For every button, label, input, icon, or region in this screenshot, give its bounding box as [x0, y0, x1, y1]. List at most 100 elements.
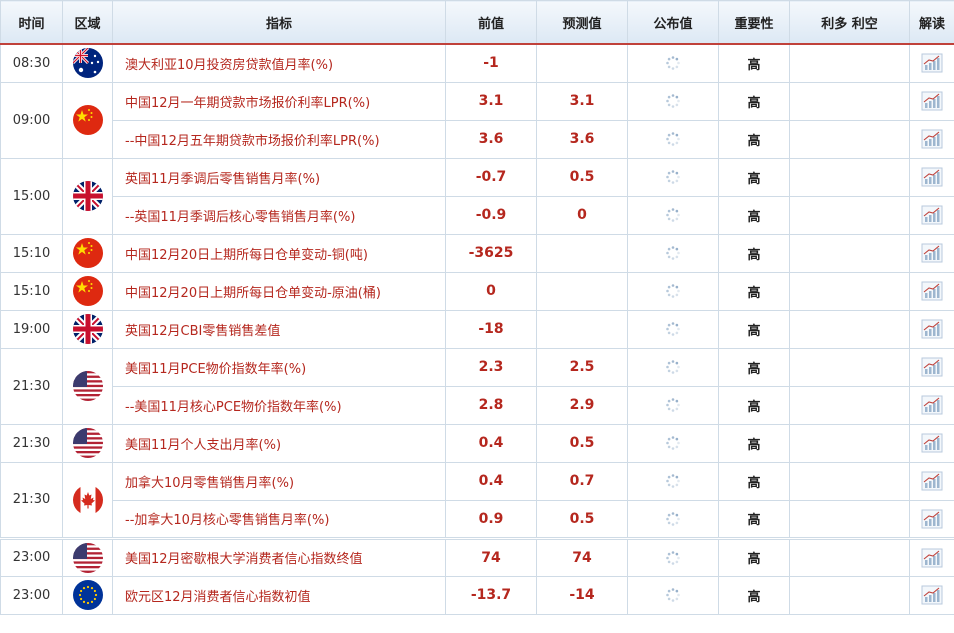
actual-value	[627, 499, 719, 539]
loading-spinner-icon	[629, 207, 718, 223]
chart-interpret-icon[interactable]	[911, 509, 954, 529]
chart-interpret-icon[interactable]	[911, 281, 954, 301]
interpret-cell	[909, 233, 954, 273]
chart-interpret-icon[interactable]	[911, 129, 954, 149]
indicator-link[interactable]: 美国11月个人支出月率(%)	[112, 423, 446, 463]
table-row: 09:00 中国12月一年期贷款市场报价利率LPR(%) 3.1 3.1 高	[0, 81, 954, 159]
time-cell: 23:00	[0, 575, 63, 615]
chart-interpret-icon[interactable]	[911, 91, 954, 111]
indicator-link[interactable]: 中国12月20日上期所每日仓单变动-铜(吨)	[112, 233, 446, 273]
forecast-value	[536, 309, 628, 349]
indicator-link[interactable]: --英国11月季调后核心零售销售月率(%)	[112, 195, 446, 235]
indicator-link[interactable]: 欧元区12月消费者信心指数初值	[112, 575, 446, 615]
region-cell	[62, 423, 113, 463]
importance-value: 高	[718, 271, 790, 311]
indicator-link[interactable]: 中国12月20日上期所每日仓单变动-原油(桶)	[112, 271, 446, 311]
loading-spinner-icon	[629, 473, 718, 489]
interpret-cell	[909, 195, 954, 235]
table-row: 23:00 美国12月密歇根大学消费者信心指数终值 74 74 高	[0, 536, 954, 577]
forecast-value: 0.7	[536, 461, 628, 501]
time-cell: 15:10	[0, 233, 63, 273]
previous-value: -13.7	[445, 575, 537, 615]
actual-value	[627, 347, 719, 387]
time-cell: 21:30	[0, 423, 63, 463]
chart-interpret-icon[interactable]	[911, 53, 954, 73]
loading-spinner-icon	[629, 283, 718, 299]
chart-interpret-icon[interactable]	[911, 319, 954, 339]
chart-interpret-icon[interactable]	[911, 167, 954, 187]
bull-bear-cell	[789, 157, 910, 197]
actual-value	[627, 195, 719, 235]
actual-value	[627, 233, 719, 273]
indicator-link[interactable]: 美国12月密歇根大学消费者信心指数终值	[112, 536, 446, 577]
importance-value: 高	[718, 347, 790, 387]
chart-interpret-icon[interactable]	[911, 205, 954, 225]
interpret-cell	[909, 385, 954, 425]
china-flag-icon	[72, 276, 103, 306]
table-header-row: 时间 区域 指标 前值 预测值 公布值 重要性 利多 利空 解读	[0, 0, 954, 45]
table-row: 15:00 英国11月季调后零售销售月率(%) -0.7 0.5 高	[0, 157, 954, 235]
uk-flag-icon	[72, 314, 103, 344]
usa-flag-icon	[72, 542, 103, 573]
forecast-value: 3.6	[536, 119, 628, 159]
previous-value: -0.7	[445, 157, 537, 197]
forecast-value: 0	[536, 195, 628, 235]
indicator-link[interactable]: --中国12月五年期贷款市场报价利率LPR(%)	[112, 119, 446, 159]
chart-interpret-icon[interactable]	[911, 357, 954, 377]
chart-interpret-icon[interactable]	[911, 243, 954, 263]
interpret-cell	[909, 119, 954, 159]
region-cell	[62, 536, 113, 577]
chart-interpret-icon[interactable]	[911, 471, 954, 491]
forecast-value: 2.5	[536, 347, 628, 387]
indicator-link[interactable]: 中国12月一年期贷款市场报价利率LPR(%)	[112, 81, 446, 121]
canada-flag-icon	[72, 484, 103, 515]
importance-value: 高	[718, 119, 790, 159]
previous-value: -18	[445, 309, 537, 349]
header-indicator: 指标	[112, 0, 446, 45]
indicator-link[interactable]: 英国11月季调后零售销售月率(%)	[112, 157, 446, 197]
previous-value: 0	[445, 271, 537, 311]
actual-value	[627, 271, 719, 311]
table-row: 23:00 欧元区12月消费者信心指数初值 -13.7 -14 高	[0, 575, 954, 615]
bull-bear-cell	[789, 536, 910, 577]
indicator-link[interactable]: --美国11月核心PCE物价指数年率(%)	[112, 385, 446, 425]
forecast-value: 2.9	[536, 385, 628, 425]
indicator-link[interactable]: 澳大利亚10月投资房贷款值月率(%)	[112, 43, 446, 83]
chart-interpret-icon[interactable]	[911, 548, 954, 568]
indicator-link[interactable]: 美国11月PCE物价指数年率(%)	[112, 347, 446, 387]
indicator-link[interactable]: --加拿大10月核心零售销售月率(%)	[112, 499, 446, 539]
previous-value: -1	[445, 43, 537, 83]
region-cell	[62, 233, 113, 273]
region-cell	[62, 81, 113, 159]
interpret-cell	[909, 309, 954, 349]
previous-value: -3625	[445, 233, 537, 273]
region-cell	[62, 43, 113, 83]
forecast-value: 3.1	[536, 81, 628, 121]
importance-value: 高	[718, 233, 790, 273]
previous-value: 0.4	[445, 423, 537, 463]
loading-spinner-icon	[629, 550, 718, 566]
interpret-cell	[909, 423, 954, 463]
previous-value: 0.4	[445, 461, 537, 501]
loading-spinner-icon	[629, 93, 718, 109]
forecast-value	[536, 271, 628, 311]
interpret-cell	[909, 499, 954, 539]
indicator-link[interactable]: 加拿大10月零售销售月率(%)	[112, 461, 446, 501]
actual-value	[627, 461, 719, 501]
chart-interpret-icon[interactable]	[911, 395, 954, 415]
header-time: 时间	[0, 0, 63, 45]
table-row: --加拿大10月核心零售销售月率(%) 0.9 0.5 高	[1, 499, 954, 539]
region-cell	[62, 271, 113, 311]
header-importance: 重要性	[718, 0, 790, 45]
interpret-cell	[909, 157, 954, 197]
chart-interpret-icon[interactable]	[911, 433, 954, 453]
chart-interpret-icon[interactable]	[911, 585, 954, 605]
australia-flag-icon	[72, 48, 103, 79]
actual-value	[627, 536, 719, 577]
china-flag-icon	[72, 238, 103, 268]
indicator-link[interactable]: 英国12月CBI零售销售差值	[112, 309, 446, 349]
header-previous: 前值	[445, 0, 537, 45]
time-cell: 15:00	[0, 157, 63, 235]
table-row: --英国11月季调后核心零售销售月率(%) -0.9 0 高	[1, 195, 954, 235]
eu-flag-icon	[72, 580, 103, 610]
